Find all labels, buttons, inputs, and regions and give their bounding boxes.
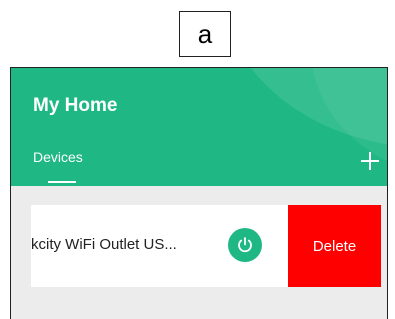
device-list-item[interactable]: kcity WiFi Outlet US... Delete <box>31 205 381 287</box>
figure-label-text: a <box>197 18 213 49</box>
figure-label: a <box>179 11 231 57</box>
header: My Home Devices <box>11 68 387 186</box>
tab-active-indicator <box>48 181 76 183</box>
figure: a My Home Devices kcity WiFi Outlet US..… <box>0 0 395 319</box>
power-toggle-button[interactable] <box>228 228 262 262</box>
tab-devices[interactable]: Devices <box>33 149 83 165</box>
device-name: kcity WiFi Outlet US... <box>31 236 177 253</box>
add-device-button[interactable] <box>359 150 381 172</box>
power-icon <box>238 237 252 253</box>
delete-button[interactable]: Delete <box>288 205 381 287</box>
delete-button-label: Delete <box>312 237 357 255</box>
app-screen: My Home Devices kcity WiFi Outlet US... … <box>10 67 388 319</box>
page-title: My Home <box>33 95 118 116</box>
